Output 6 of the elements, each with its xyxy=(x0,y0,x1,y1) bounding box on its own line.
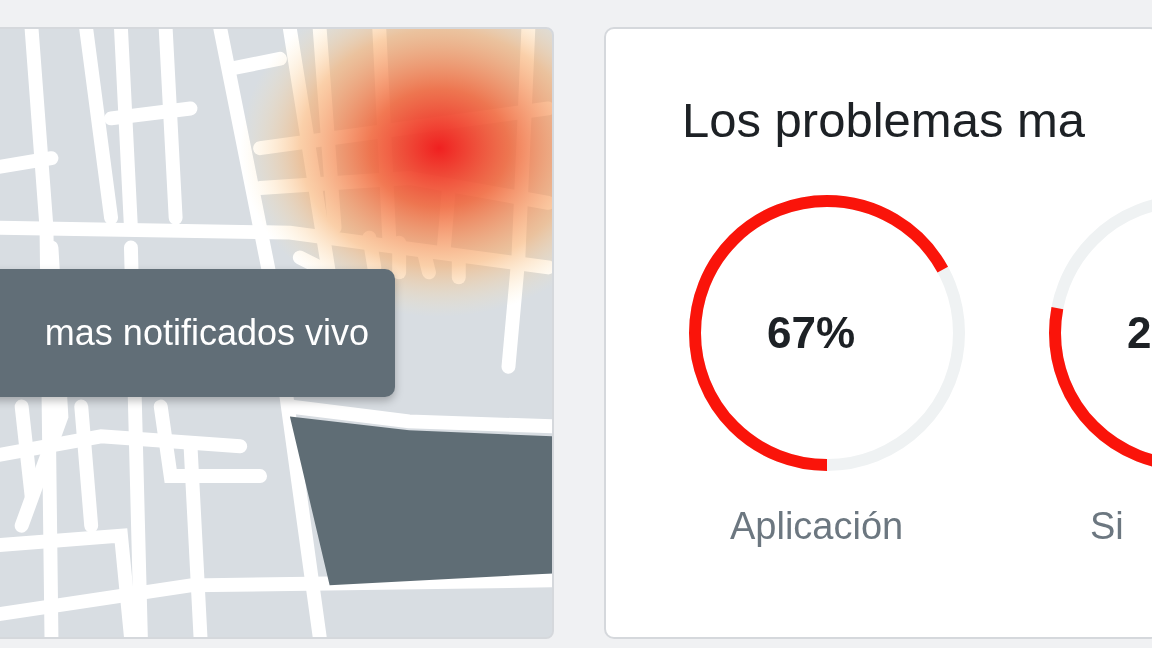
ring-label: Aplicación xyxy=(730,503,904,549)
percent-value: 67% xyxy=(767,306,856,359)
percent-value: 2 xyxy=(1127,306,1152,359)
map-tooltip: mas notificados vivo xyxy=(0,269,395,397)
card-title: Los problemas ma xyxy=(682,92,1087,149)
ring-label: Si xyxy=(1090,503,1124,549)
